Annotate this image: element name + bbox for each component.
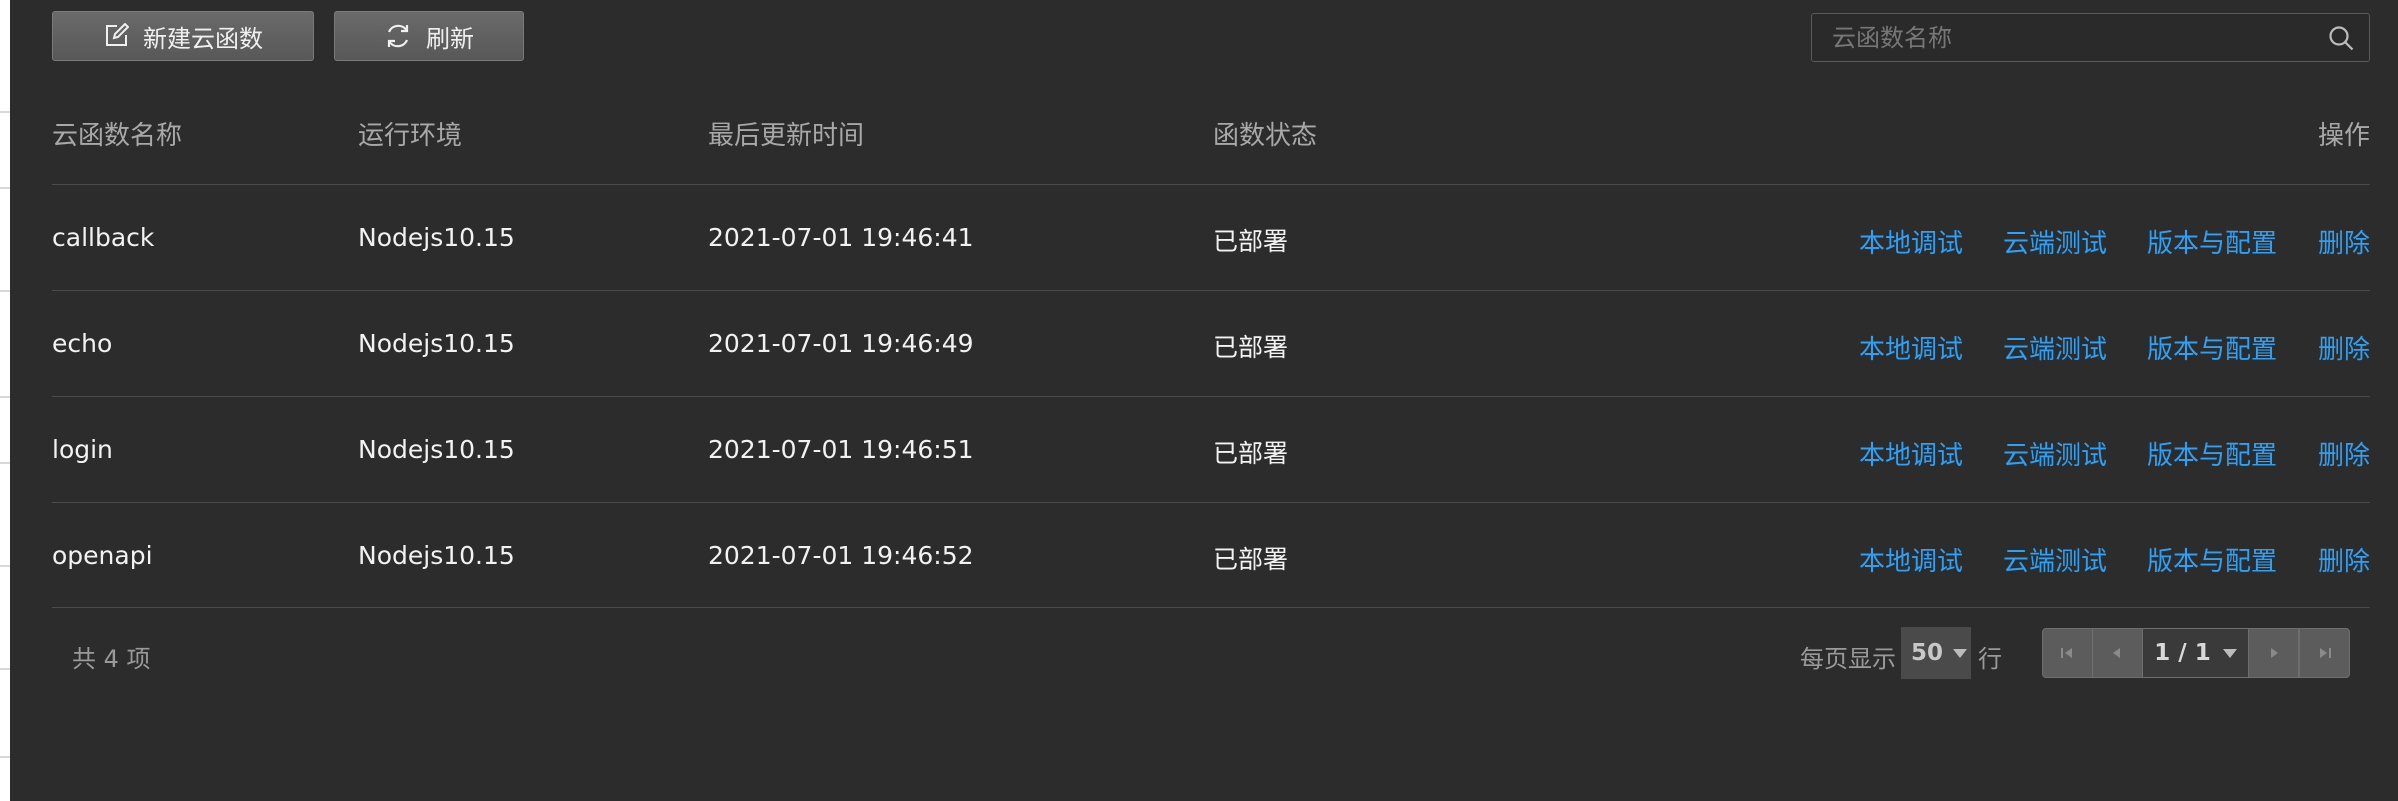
version-config-link[interactable]: 版本与配置: [2147, 329, 2277, 366]
search-icon[interactable]: [2327, 24, 2355, 56]
row-divider: [52, 396, 2370, 397]
refresh-icon: [384, 22, 412, 50]
dropdown-icon: [1953, 648, 1968, 658]
column-header-updated: 最后更新时间: [708, 121, 865, 151]
delete-link[interactable]: 删除: [2318, 541, 2370, 578]
divider: [0, 396, 10, 398]
status-cell: 已部署: [1213, 227, 1289, 256]
updated-time-cell: 2021-07-01 19:46:52: [708, 541, 974, 570]
per-page-select[interactable]: 50: [1901, 627, 1971, 679]
first-page-button[interactable]: [2043, 629, 2093, 677]
row-divider: [52, 607, 2370, 608]
next-page-icon: [2270, 648, 2278, 658]
local-debug-link[interactable]: 本地调试: [1859, 329, 1963, 366]
edit-icon: [103, 23, 129, 49]
version-config-link[interactable]: 版本与配置: [2147, 435, 2277, 472]
search-box: [1811, 13, 2370, 62]
status-cell: 已部署: [1213, 439, 1289, 468]
pagination: 1 / 1: [2042, 628, 2350, 678]
per-page-suffix: 行: [1978, 645, 2002, 673]
page-select[interactable]: 1 / 1: [2142, 629, 2249, 677]
refresh-button[interactable]: 刷新: [334, 11, 524, 61]
left-panel-edge: [0, 0, 10, 801]
local-debug-link[interactable]: 本地调试: [1859, 541, 1963, 578]
divider: [0, 187, 10, 189]
last-page-icon: [2319, 648, 2331, 658]
divider: [0, 565, 10, 567]
per-page-value: 50: [1911, 640, 1944, 666]
function-name-cell: openapi: [52, 541, 153, 570]
runtime-cell: Nodejs10.15: [358, 435, 515, 464]
function-name-cell: login: [52, 435, 113, 464]
cloud-test-link[interactable]: 云端测试: [2003, 223, 2107, 260]
prev-page-icon: [2113, 648, 2121, 658]
first-page-icon: [2061, 648, 2073, 658]
last-page-button[interactable]: [2299, 629, 2349, 677]
cloud-test-link[interactable]: 云端测试: [2003, 435, 2107, 472]
column-header-status: 函数状态: [1213, 121, 1318, 151]
status-cell: 已部署: [1213, 333, 1289, 362]
function-name-cell: echo: [52, 329, 113, 358]
search-input[interactable]: [1812, 14, 2302, 61]
prev-page-button[interactable]: [2093, 629, 2143, 677]
function-name-cell: callback: [52, 223, 155, 252]
local-debug-link[interactable]: 本地调试: [1859, 435, 1963, 472]
delete-link[interactable]: 删除: [2318, 435, 2370, 472]
dropdown-icon: [2222, 648, 2237, 658]
next-page-button[interactable]: [2248, 629, 2300, 677]
column-header-actions: 操作: [2318, 121, 2371, 151]
status-cell: 已部署: [1213, 545, 1289, 574]
delete-link[interactable]: 删除: [2318, 223, 2370, 260]
table-divider: [52, 184, 2370, 185]
divider: [0, 462, 10, 464]
column-header-name: 云函数名称: [52, 121, 183, 151]
row-divider: [52, 502, 2370, 503]
local-debug-link[interactable]: 本地调试: [1859, 223, 1963, 260]
divider: [0, 756, 10, 758]
column-header-runtime: 运行环境: [358, 121, 463, 151]
total-count: 共 4 项: [72, 645, 151, 673]
version-config-link[interactable]: 版本与配置: [2147, 541, 2277, 578]
new-cloud-function-label: 新建云函数: [143, 24, 263, 53]
new-cloud-function-button[interactable]: 新建云函数: [52, 11, 314, 61]
divider: [0, 111, 10, 113]
runtime-cell: Nodejs10.15: [358, 223, 515, 252]
divider: [0, 668, 10, 670]
updated-time-cell: 2021-07-01 19:46:49: [708, 329, 974, 358]
cloud-test-link[interactable]: 云端测试: [2003, 541, 2107, 578]
page-indicator: 1 / 1: [2154, 640, 2211, 666]
divider: [0, 290, 10, 292]
runtime-cell: Nodejs10.15: [358, 541, 515, 570]
row-divider: [52, 290, 2370, 291]
refresh-label: 刷新: [426, 24, 474, 53]
cloud-test-link[interactable]: 云端测试: [2003, 329, 2107, 366]
version-config-link[interactable]: 版本与配置: [2147, 223, 2277, 260]
updated-time-cell: 2021-07-01 19:46:51: [708, 435, 974, 464]
runtime-cell: Nodejs10.15: [358, 329, 515, 358]
updated-time-cell: 2021-07-01 19:46:41: [708, 223, 974, 252]
per-page-label: 每页显示: [1800, 645, 1896, 673]
delete-link[interactable]: 删除: [2318, 329, 2370, 366]
